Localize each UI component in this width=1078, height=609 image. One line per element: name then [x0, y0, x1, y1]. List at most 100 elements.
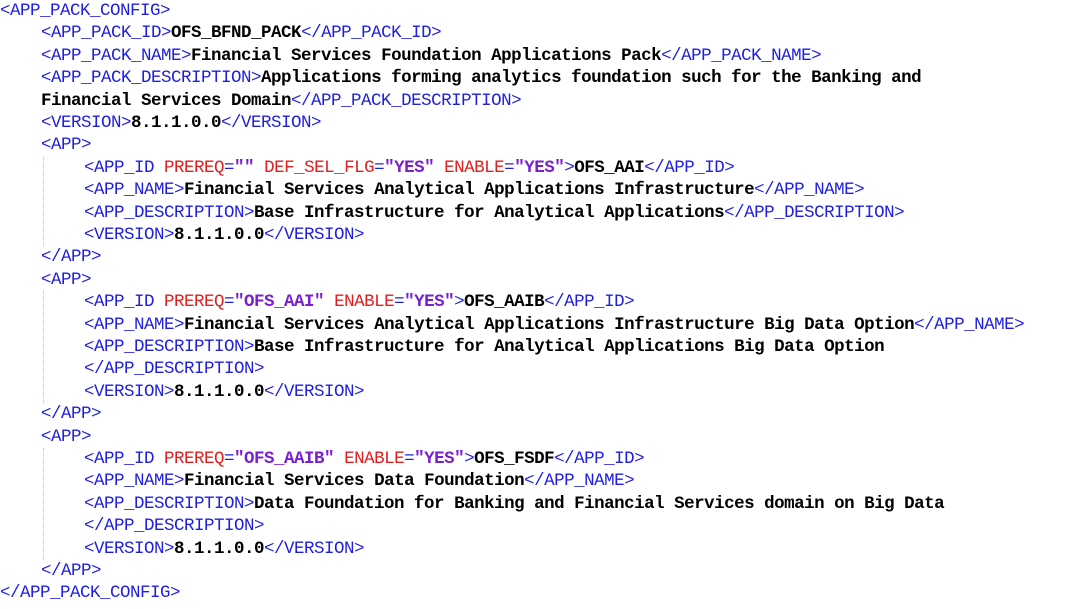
xml-tag-token: [434, 158, 444, 178]
xml-attribute-token: PREREQ: [164, 292, 225, 313]
xml-tag-token: [324, 292, 334, 312]
xml-attribute-token: PREREQ: [164, 157, 225, 178]
xml-text-token: Financial Services Analytical Applicatio…: [184, 180, 755, 201]
code-line: <VERSION>8.1.1.0.0</VERSION>: [84, 538, 365, 560]
xml-tag-token: </APP_PACK_DESCRIPTION>: [291, 90, 522, 111]
xml-tag-token: </VERSION>: [264, 381, 365, 402]
code-line: <APP_DESCRIPTION>Base Infrastructure for…: [84, 336, 885, 358]
xml-tag-token: =: [224, 449, 235, 469]
indent-guide: [43, 156, 44, 247]
code-line: Financial Services Domain</APP_PACK_DESC…: [41, 90, 522, 112]
xml-tag-token: <APP_ID: [84, 292, 165, 313]
indent-guide: [43, 448, 44, 560]
xml-text-token: OFS_AAI: [574, 157, 645, 178]
xml-tag-token: </APP_DESCRIPTION>: [84, 516, 265, 537]
xml-tag-token: <APP>: [41, 426, 92, 447]
xml-tag-token: <APP_DESCRIPTION>: [84, 493, 255, 514]
xml-attribute-token: ENABLE: [444, 157, 505, 178]
xml-text-token: 8.1.1.0.0: [174, 225, 265, 245]
indent-guide: [43, 291, 44, 404]
xml-tag-token: </APP_PACK_CONFIG>: [0, 583, 181, 604]
xml-attribute-value-token: "": [234, 157, 255, 178]
xml-tag-token: <APP_PACK_ID>: [41, 23, 172, 44]
xml-tag-token: <VERSION>: [84, 381, 175, 402]
code-line: <APP_NAME>Financial Services Data Founda…: [84, 470, 635, 492]
xml-text-token: OFS_AAIB: [464, 292, 545, 313]
code-line: <APP_DESCRIPTION>Base Infrastructure for…: [84, 202, 905, 224]
xml-tag-token: <APP>: [41, 269, 92, 290]
xml-text-token: OFS_FSDF: [474, 449, 555, 469]
code-line: </APP>: [41, 403, 102, 425]
code-line: </APP>: [41, 246, 102, 268]
code-line: <APP_PACK_DESCRIPTION>Applications formi…: [41, 67, 922, 89]
code-line: <APP>: [41, 134, 92, 156]
code-line: <APP_DESCRIPTION>Data Foundation for Ban…: [84, 493, 945, 515]
xml-tag-token: </APP_PACK_ID>: [301, 23, 442, 44]
xml-tag-token: </APP_ID>: [544, 292, 635, 313]
code-line: <APP_PACK_NAME>Financial Services Founda…: [41, 45, 822, 67]
xml-text-token: Base Infrastructure for Analytical Appli…: [254, 202, 725, 223]
code-line: </APP_PACK_CONFIG>: [0, 582, 181, 604]
xml-tag-token: <APP_PACK_DESCRIPTION>: [41, 68, 262, 89]
code-line: <VERSION>8.1.1.0.0</VERSION>: [84, 224, 365, 246]
xml-tag-token: >: [464, 449, 475, 469]
xml-text-token: Data Foundation for Banking and Financia…: [254, 493, 945, 514]
xml-tag-token: </VERSION>: [264, 225, 365, 245]
xml-attribute-value-token: "OFS_AAIB": [234, 449, 335, 469]
xml-tag-token: =: [374, 157, 385, 178]
xml-tag-token: </APP_PACK_NAME>: [661, 45, 822, 66]
xml-tag-token: </APP_NAME>: [914, 314, 1025, 335]
code-line: <APP_ID PREREQ="OFS_AAI" ENABLE="YES">OF…: [84, 291, 635, 313]
xml-tag-token: <APP_NAME>: [84, 180, 185, 201]
xml-tag-token: <APP_NAME>: [84, 314, 185, 335]
xml-tag-token: </APP_DESCRIPTION>: [84, 359, 265, 380]
xml-tag-token: </APP_ID>: [644, 157, 735, 178]
xml-tag-token: </APP_NAME>: [524, 471, 635, 492]
xml-attribute-value-token: "YES": [384, 157, 435, 178]
xml-text-token: Base Infrastructure for Analytical Appli…: [254, 337, 885, 357]
xml-text-token: Financial Services Foundation Applicatio…: [191, 45, 662, 66]
xml-attribute-token: DEF_SEL_FLG: [264, 157, 375, 178]
xml-tag-token: </APP>: [41, 404, 102, 425]
xml-text-token: 8.1.1.0.0: [174, 381, 265, 402]
xml-attribute-token: ENABLE: [334, 292, 395, 313]
code-line: <APP>: [41, 426, 92, 448]
xml-tag-token: <VERSION>: [41, 113, 132, 133]
xml-text-token: Financial Services Analytical Applicatio…: [184, 314, 915, 335]
xml-text-token: Applications forming analytics foundatio…: [261, 68, 922, 89]
xml-tag-token: <APP_NAME>: [84, 471, 185, 492]
xml-tag-token: <APP>: [41, 135, 92, 156]
xml-tag-token: >: [564, 157, 575, 178]
xml-tag-token: </APP_ID>: [554, 449, 645, 469]
xml-tag-token: =: [504, 157, 515, 178]
xml-text-token: Financial Services Domain: [41, 90, 292, 111]
xml-tag-token: =: [224, 157, 235, 178]
xml-tag-token: [254, 158, 264, 178]
xml-attribute-value-token: "YES": [404, 292, 455, 313]
code-line: <APP_NAME>Financial Services Analytical …: [84, 314, 1025, 336]
xml-text-token: 8.1.1.0.0: [131, 113, 222, 133]
xml-attribute-value-token: "OFS_AAI": [234, 292, 325, 313]
xml-tag-token: <APP_ID: [84, 157, 165, 178]
xml-tag-token: <VERSION>: [84, 225, 175, 245]
code-line: </APP>: [41, 560, 102, 582]
code-line: <VERSION>8.1.1.0.0</VERSION>: [84, 381, 365, 403]
xml-code-view[interactable]: <APP_PACK_CONFIG> <APP_PACK_ID>OFS_BFND_P…: [0, 0, 1078, 609]
xml-attribute-token: PREREQ: [164, 449, 225, 469]
xml-tag-token: <VERSION>: [84, 538, 175, 559]
xml-text-token: 8.1.1.0.0: [174, 538, 265, 559]
code-line: <APP_PACK_ID>OFS_BFND_PACK</APP_PACK_ID>: [41, 22, 442, 44]
xml-text-token: OFS_BFND_PACK: [171, 23, 302, 44]
xml-tag-token: </VERSION>: [264, 538, 365, 559]
code-line: <APP_ID PREREQ="OFS_AAIB" ENABLE="YES">O…: [84, 448, 645, 470]
xml-text-token: Financial Services Data Foundation: [184, 471, 525, 492]
xml-tag-token: <APP_PACK_CONFIG>: [0, 1, 171, 21]
xml-attribute-value-token: "YES": [414, 449, 465, 469]
xml-tag-token: </VERSION>: [221, 113, 322, 133]
code-line: <APP>: [41, 269, 92, 291]
code-line: </APP_DESCRIPTION>: [84, 515, 265, 537]
xml-tag-token: <APP_PACK_NAME>: [41, 45, 192, 66]
xml-tag-token: <APP_DESCRIPTION>: [84, 202, 255, 223]
xml-tag-token: =: [224, 292, 235, 313]
xml-attribute-value-token: "YES": [514, 157, 565, 178]
